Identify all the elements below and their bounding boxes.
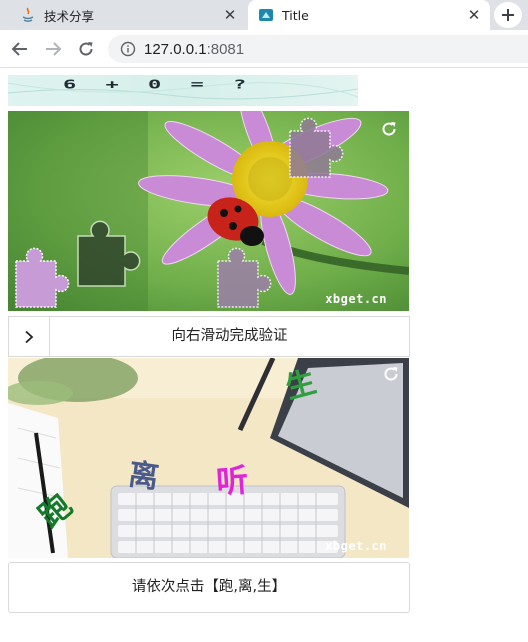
browser-tab-strip: 技术分享 ✕ Title ✕ (0, 0, 528, 30)
slide-captcha-image: xbget.cn (8, 111, 409, 311)
chevron-right-icon (25, 330, 34, 343)
reload-icon (79, 41, 93, 56)
slider-track[interactable]: 向右滑动完成验证 (8, 316, 410, 357)
forward-button[interactable] (40, 36, 66, 62)
address-host: 127.0.0.1 (144, 40, 207, 58)
close-icon[interactable]: ✕ (220, 5, 240, 25)
arithmetic-captcha-image[interactable]: 6 + 0 = ? (8, 75, 358, 106)
tab-title: 技术分享 (44, 8, 95, 24)
tab-title: Title (282, 7, 309, 23)
address-port: :8081 (206, 40, 245, 58)
browser-toolbar: 127.0.0.1:8081 (0, 30, 528, 68)
captcha-char-li[interactable]: 离 (126, 449, 162, 497)
plus-icon (502, 9, 514, 21)
new-tab-button[interactable] (494, 2, 522, 28)
tab-title-page[interactable]: Title ✕ (248, 0, 490, 30)
flower-ladybug-photo (8, 111, 409, 311)
info-icon[interactable] (120, 41, 136, 57)
address-bar[interactable]: 127.0.0.1:8081 (108, 35, 528, 63)
click-captcha-image[interactable]: 生 离 听 跑 xbget.cn (8, 358, 409, 558)
close-icon[interactable]: ✕ (464, 5, 484, 25)
app-logo-icon (258, 7, 274, 23)
click-captcha-instruction: 请依次点击【跑,离,生】 (8, 562, 410, 613)
slider-instruction: 向右滑动完成验证 (171, 328, 288, 344)
slider-handle[interactable] (9, 317, 50, 356)
tab-tech-share[interactable]: 技术分享 ✕ (0, 0, 246, 30)
reload-button[interactable] (73, 36, 99, 62)
java-cup-icon (20, 7, 36, 23)
watermark: xbget.cn (325, 292, 387, 306)
refresh-icon[interactable] (379, 119, 399, 139)
desk-photo (8, 358, 409, 558)
forward-arrow-icon (46, 41, 62, 56)
captcha-text: 6 + 0 = ? (63, 78, 255, 92)
captcha-char-ting[interactable]: 听 (214, 455, 250, 503)
refresh-icon[interactable] (381, 364, 401, 384)
back-arrow-icon (11, 41, 27, 56)
back-button[interactable] (7, 36, 33, 62)
watermark: xbget.cn (325, 539, 387, 553)
